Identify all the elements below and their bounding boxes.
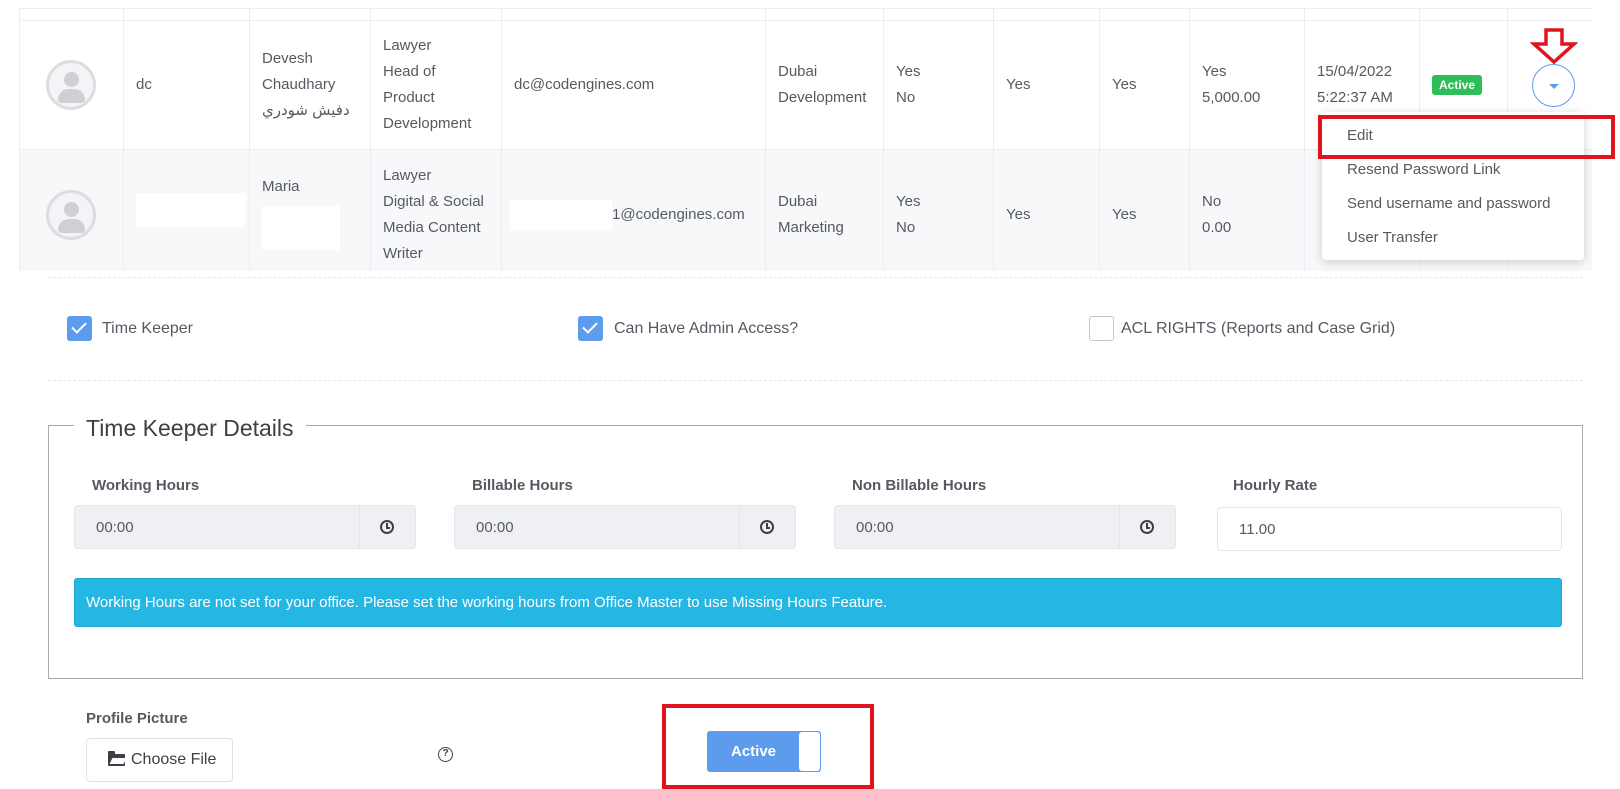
non-billable-hours-value: 00:00 xyxy=(856,519,894,536)
annotation-highlight-active-toggle xyxy=(662,704,874,789)
folder-open-icon xyxy=(108,751,125,766)
divider xyxy=(48,380,1583,381)
avatar xyxy=(46,189,96,240)
profile-picture-label: Profile Picture xyxy=(86,710,188,727)
office-text: Dubai xyxy=(778,63,818,80)
flag-cell: Yes xyxy=(1099,149,1190,271)
avatar-cell xyxy=(19,149,124,271)
role-text: Development xyxy=(383,115,472,132)
office-text: Dubai xyxy=(778,192,818,210)
non-billable-hours-label: Non Billable Hours xyxy=(852,477,987,494)
role-text: Head of xyxy=(383,63,436,80)
time-keeper-details-fieldset xyxy=(48,425,1583,679)
department-cell: Dubai Marketing xyxy=(765,149,884,271)
department-text: Marketing xyxy=(778,218,844,236)
role-text: Product xyxy=(383,89,435,106)
avatar xyxy=(46,60,96,110)
choose-file-label: Choose File xyxy=(131,751,217,768)
table-row-partial xyxy=(19,8,1592,21)
divider xyxy=(48,277,1583,278)
clock-icon xyxy=(380,520,394,534)
acl-rights-label: ACL RIGHTS (Reports and Case Grid) xyxy=(1121,320,1396,337)
flag-cell: Yes No xyxy=(883,149,994,271)
menu-item-user-transfer[interactable]: User Transfer xyxy=(1347,228,1438,248)
role-text: Digital & Social xyxy=(383,192,484,210)
time-keeper-details-legend: Time Keeper Details xyxy=(74,413,306,443)
choose-file-button[interactable]: Choose File xyxy=(86,738,233,782)
flag-text: Yes xyxy=(896,192,921,210)
acl-rights-checkbox[interactable] xyxy=(1089,316,1114,341)
role-text: Media Content xyxy=(383,218,481,236)
email-cell: 1@codengines.com xyxy=(501,149,766,271)
clock-icon xyxy=(760,520,774,534)
role-cell: Lawyer Digital & Social Media Content Wr… xyxy=(370,149,502,271)
flag-text: No xyxy=(896,89,916,106)
non-billable-hours-clock-button[interactable] xyxy=(1119,506,1175,548)
email-text: 1@codengines.com xyxy=(612,205,745,223)
billable-hours-input[interactable]: 00:00 xyxy=(454,505,796,549)
role-text: Lawyer xyxy=(383,166,432,184)
hourly-rate-input[interactable]: 11.00 xyxy=(1217,507,1562,551)
flag-cell: Yes xyxy=(993,20,1100,150)
username-cell xyxy=(123,149,250,271)
role-cell: Lawyer Head of Product Development xyxy=(370,20,502,150)
redacted-block xyxy=(262,206,340,250)
help-icon[interactable]: ? xyxy=(438,747,453,762)
date-text: 15/04/2022 xyxy=(1317,63,1393,80)
working-hours-input[interactable]: 00:00 xyxy=(74,505,416,549)
annotation-arrow-icon xyxy=(1530,28,1578,64)
flag-text: Yes xyxy=(896,63,921,80)
non-billable-hours-input[interactable]: 00:00 xyxy=(834,505,1176,549)
rate-flag-text: No xyxy=(1202,192,1222,210)
working-hours-value: 00:00 xyxy=(96,519,134,536)
hourly-rate-value: 11.00 xyxy=(1239,521,1276,538)
clock-icon xyxy=(1140,520,1154,534)
redacted-block xyxy=(510,199,612,230)
time-keeper-label: Time Keeper xyxy=(102,320,193,337)
rate-flag-text: Yes xyxy=(1202,63,1227,80)
department-text: Development xyxy=(778,89,867,106)
time-keeper-checkbox[interactable] xyxy=(67,316,92,341)
rate-value-text: 0.00 xyxy=(1202,218,1232,236)
hourly-rate-label: Hourly Rate xyxy=(1233,477,1318,494)
department-cell: Dubai Development xyxy=(765,20,884,150)
menu-item-send-username-password[interactable]: Send username and password xyxy=(1347,194,1550,214)
admin-access-checkbox[interactable] xyxy=(578,316,603,341)
name-cell: Maria xyxy=(249,149,371,271)
annotation-highlight-edit xyxy=(1318,115,1615,159)
billable-hours-label: Billable Hours xyxy=(472,477,573,494)
working-hours-alert: Working Hours are not set for your offic… xyxy=(74,578,1562,627)
flag-cell: Yes No xyxy=(883,20,994,150)
working-hours-clock-button[interactable] xyxy=(359,506,415,548)
rate-value-text: 5,000.00 xyxy=(1202,89,1261,106)
email-cell: dc@codengines.com xyxy=(501,20,766,150)
row-actions-dropdown-button[interactable] xyxy=(1532,63,1575,107)
flag-cell: Yes xyxy=(1099,20,1190,150)
role-text: Lawyer xyxy=(383,37,432,54)
menu-item-resend-password-link[interactable]: Resend Password Link xyxy=(1347,160,1500,180)
name-text: Devesh xyxy=(262,50,313,67)
working-hours-label: Working Hours xyxy=(92,477,200,494)
status-badge: Active xyxy=(1432,75,1483,95)
rate-cell: No 0.00 xyxy=(1189,149,1305,271)
avatar-cell xyxy=(19,20,124,150)
flag-cell: Yes xyxy=(993,149,1100,271)
time-text: 5:22:37 AM xyxy=(1317,89,1393,106)
name-text: Chaudhary xyxy=(262,76,336,93)
username-cell: dc xyxy=(123,20,250,150)
name-text: Maria xyxy=(262,178,300,195)
rate-cell: Yes 5,000.00 xyxy=(1189,20,1305,150)
name-arabic: دفيش شودري xyxy=(262,102,350,119)
name-cell: Devesh Chaudhary دفيش شودري xyxy=(249,20,371,150)
role-text: Writer xyxy=(383,244,423,262)
flag-text: No xyxy=(896,218,916,236)
redacted-block xyxy=(136,193,246,227)
billable-hours-clock-button[interactable] xyxy=(739,506,795,548)
admin-access-label: Can Have Admin Access? xyxy=(614,320,799,337)
billable-hours-value: 00:00 xyxy=(476,519,514,536)
